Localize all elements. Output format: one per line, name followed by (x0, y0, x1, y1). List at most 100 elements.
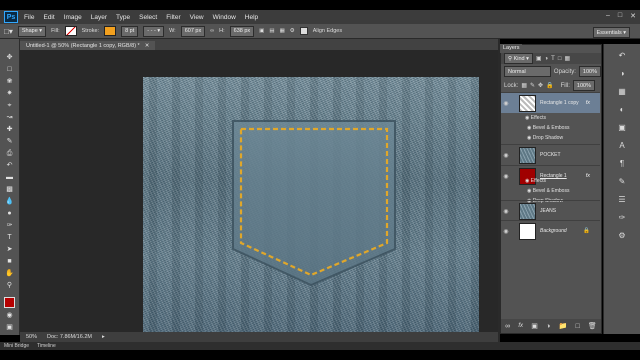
quick-select-tool-icon[interactable]: ✷ (4, 89, 15, 98)
layer-jeans[interactable]: ◉ JEANS (501, 200, 600, 221)
add-style-icon[interactable]: fx (518, 323, 523, 329)
marquee-tool-icon[interactable]: □ (4, 65, 15, 74)
lock-transparent-icon[interactable]: ▦ (521, 82, 527, 89)
filter-adjustment-icon[interactable]: ◑ (545, 56, 549, 62)
visibility-eye-icon[interactable]: ◉ (501, 100, 511, 107)
align-edges-checkbox[interactable] (299, 27, 308, 35)
fx-icon[interactable]: fx (586, 100, 590, 106)
menu-file[interactable]: File (24, 14, 34, 21)
new-layer-icon[interactable]: □ (575, 323, 579, 330)
lock-position-icon[interactable]: ✥ (538, 82, 543, 89)
character-icon[interactable]: A (615, 140, 629, 151)
effect-eye-icon[interactable]: ◉ (527, 125, 531, 131)
crop-tool-icon[interactable]: ⌖ (4, 101, 15, 110)
zoom-level[interactable]: 50% (26, 334, 37, 340)
menu-view[interactable]: View (190, 14, 204, 21)
healing-brush-tool-icon[interactable]: ✚ (4, 125, 15, 134)
effect-bevel-emboss[interactable]: ◉ Bevel & Emboss (501, 186, 600, 196)
lock-all-icon[interactable]: 🔒 (546, 82, 553, 89)
lasso-tool-icon[interactable]: ❀ (4, 77, 15, 86)
layer-name[interactable]: Background (540, 228, 567, 234)
mini-bridge-tab[interactable]: Mini Bridge (4, 343, 29, 349)
effect-eye-icon[interactable]: ◉ (527, 188, 531, 194)
history-brush-tool-icon[interactable]: ↶ (4, 161, 15, 170)
restore-icon[interactable]: □ (618, 12, 622, 20)
layer-name[interactable]: Rectangle 1 copy (540, 100, 579, 106)
effect-eye-icon[interactable]: ◉ (527, 135, 531, 141)
layer-name[interactable]: POCKET (540, 152, 561, 158)
blur-tool-icon[interactable]: 💧 (4, 197, 15, 206)
quick-mask-icon[interactable]: ◉ (4, 311, 15, 320)
blend-mode-dropdown[interactable]: Normal (504, 66, 551, 77)
new-adjustment-icon[interactable]: ◑ (546, 323, 550, 330)
eyedropper-tool-icon[interactable]: ↝ (4, 113, 15, 122)
minimize-icon[interactable]: – (606, 12, 610, 20)
history-icon[interactable]: ↶ (615, 50, 629, 61)
fill-swatch[interactable] (64, 26, 77, 36)
effects-eye-icon[interactable]: ◉ (525, 115, 529, 121)
shape-mode-dropdown[interactable]: Shape ▾ (17, 25, 47, 37)
effect-drop-shadow[interactable]: ◉ Drop Shadow (501, 133, 600, 143)
filter-smart-icon[interactable]: ▦ (564, 55, 570, 62)
menu-type[interactable]: Type (116, 14, 130, 21)
menu-layer[interactable]: Layer (91, 14, 107, 21)
filter-pixel-icon[interactable]: ▣ (536, 55, 542, 62)
properties-icon[interactable]: ⚙ (615, 230, 629, 241)
width-field[interactable]: 607 px (180, 25, 206, 37)
link-icon[interactable]: ∞ (210, 28, 214, 34)
timeline-tab[interactable]: Timeline (37, 343, 56, 349)
rectangle-tool-icon[interactable]: ■ (4, 257, 15, 266)
add-mask-icon[interactable]: ▣ (531, 322, 538, 330)
visibility-eye-icon[interactable]: ◉ (501, 228, 511, 235)
opacity-field[interactable]: 100% (578, 66, 601, 77)
link-layers-icon[interactable]: ∞ (505, 323, 510, 330)
filter-type-icon[interactable]: T (551, 56, 555, 62)
tab-close-icon[interactable]: ✕ (145, 43, 150, 49)
layer-rectangle-1-copy[interactable]: ◉ Rectangle 1 copy fx (501, 92, 600, 113)
path-selection-tool-icon[interactable]: ➤ (4, 245, 15, 254)
pen-tool-icon[interactable]: ✑ (4, 221, 15, 230)
gear-icon[interactable]: ⚙ (290, 28, 295, 34)
filter-shape-icon[interactable]: □ (558, 56, 562, 62)
layer-pocket[interactable]: ◉ POCKET (501, 144, 600, 165)
paragraph-icon[interactable]: ¶ (615, 158, 629, 169)
layer-background[interactable]: ◉ Background 🔒 (501, 220, 600, 241)
dodge-tool-icon[interactable]: ● (4, 209, 15, 218)
stroke-width-field[interactable]: 8 pt (121, 25, 139, 37)
close-icon[interactable]: ✕ (630, 12, 636, 20)
styles-icon[interactable]: ▣ (615, 122, 629, 133)
color-icon[interactable]: ◑ (615, 68, 629, 79)
fill-field[interactable]: 100% (572, 80, 595, 91)
effects-eye-icon[interactable]: ◉ (525, 178, 529, 184)
status-arrow-icon[interactable]: ▸ (102, 334, 105, 340)
brush-presets-icon[interactable]: ✎ (615, 176, 629, 187)
menu-help[interactable]: Help (245, 14, 258, 21)
eraser-tool-icon[interactable]: ▬ (4, 173, 15, 182)
path-arrangement-icon[interactable]: ▦ (280, 28, 285, 34)
menu-edit[interactable]: Edit (43, 14, 54, 21)
screen-mode-icon[interactable]: ▣ (4, 323, 15, 332)
layers-panel-tab[interactable]: Layers (500, 44, 522, 53)
clone-stamp-tool-icon[interactable]: ⎙ (4, 149, 15, 158)
document-canvas[interactable] (143, 77, 479, 333)
visibility-eye-icon[interactable]: ◉ (501, 152, 511, 159)
menu-image[interactable]: Image (64, 14, 82, 21)
menu-window[interactable]: Window (213, 14, 236, 21)
gradient-tool-icon[interactable]: ▩ (4, 185, 15, 194)
swatches-icon[interactable]: ▦ (615, 86, 629, 97)
foreground-color-swatch[interactable] (4, 297, 15, 308)
path-alignment-icon[interactable]: ▤ (269, 28, 274, 34)
delete-layer-icon[interactable]: 🗑 (588, 322, 597, 330)
brush-tool-icon[interactable]: ✎ (4, 137, 15, 146)
layer-name[interactable]: JEANS (540, 208, 556, 214)
adjustments-icon[interactable]: ◐ (615, 104, 629, 115)
tool-preset-icon[interactable]: □▾ (4, 27, 13, 36)
effect-bevel-emboss[interactable]: ◉ Bevel & Emboss (501, 123, 600, 133)
new-group-icon[interactable]: 📁 (559, 322, 568, 330)
visibility-eye-icon[interactable]: ◉ (501, 208, 511, 215)
path-operations-icon[interactable]: ▣ (259, 28, 264, 34)
height-field[interactable]: 638 px (229, 25, 255, 37)
document-tab[interactable]: Untitled-1 @ 50% (Rectangle 1 copy, RGB/… (20, 41, 156, 50)
menu-filter[interactable]: Filter (166, 14, 180, 21)
stroke-swatch[interactable] (104, 26, 117, 36)
